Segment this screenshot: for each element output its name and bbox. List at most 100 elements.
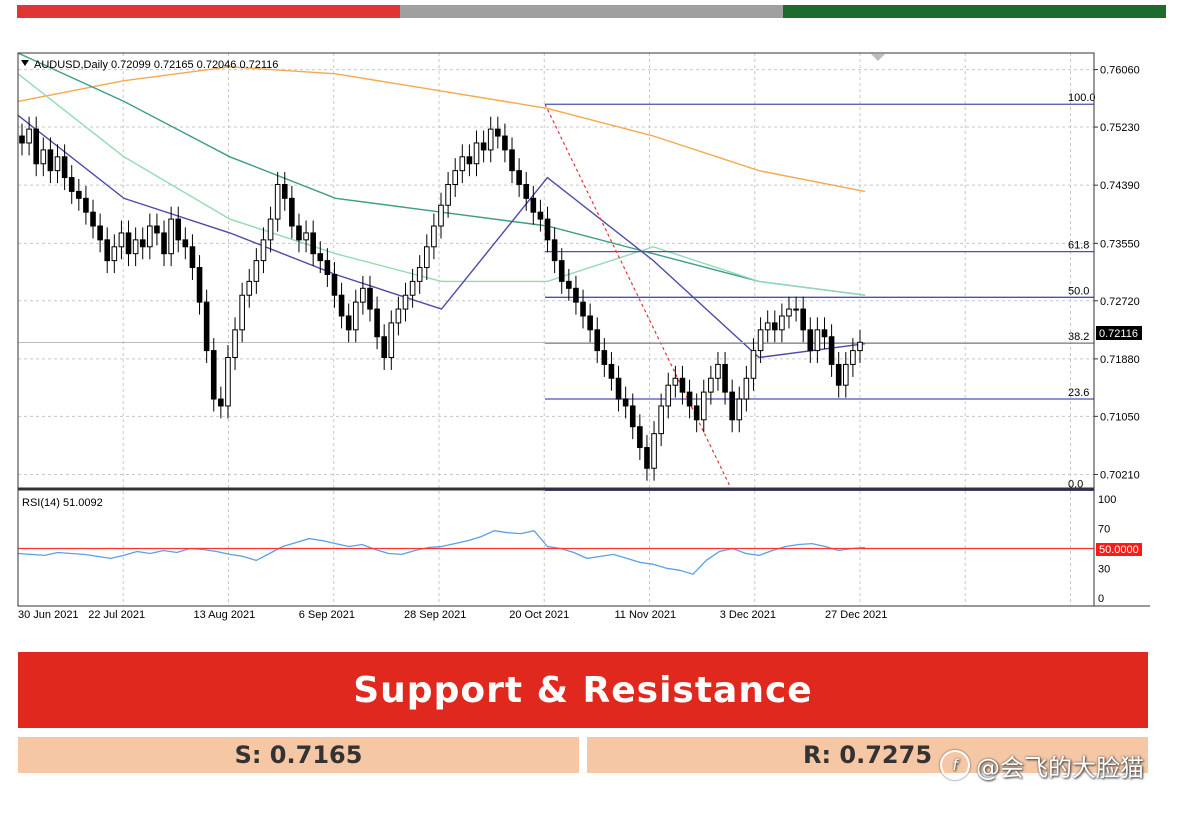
candlestick — [175, 206, 182, 253]
candlestick — [303, 220, 309, 253]
candle-body-down — [381, 336, 387, 359]
candlestick — [196, 255, 203, 315]
candlestick — [544, 206, 551, 253]
date-tick-label: 27 Dec 2021 — [825, 609, 887, 621]
candlestick — [530, 185, 537, 225]
candlestick — [779, 303, 785, 343]
candle-body-down — [722, 363, 728, 393]
candle-body-up — [388, 322, 395, 359]
candle-body-up — [253, 260, 260, 282]
candle-body-up — [246, 280, 253, 296]
candle-body-up — [658, 405, 664, 435]
candle-body-down — [466, 156, 473, 165]
candlestick — [615, 365, 622, 412]
candle-body-down — [104, 239, 111, 262]
candle-body-down — [800, 308, 806, 331]
candle-body-down — [345, 315, 352, 331]
fib-label-50.0: 50.0 — [1068, 285, 1089, 297]
date-tick-label: 3 Dec 2021 — [720, 609, 776, 621]
candlestick — [218, 386, 224, 419]
candle-body-down — [530, 197, 537, 213]
candlestick — [289, 185, 295, 239]
candle-body-up — [757, 329, 764, 352]
candle-body-up — [700, 391, 707, 421]
date-tick-label: 11 Nov 2021 — [615, 609, 677, 621]
candle-body-up — [665, 384, 672, 407]
chart-svg[interactable]: 100.061.850.038.223.60.0 0.760600.752300… — [0, 40, 1186, 640]
candle-body-up — [793, 308, 799, 311]
candlestick — [168, 206, 174, 267]
candlestick — [594, 317, 601, 364]
candle-body-down — [76, 190, 82, 199]
watermark: f @会飞的大脸猫 — [940, 748, 1144, 782]
candle-body-up — [423, 246, 430, 269]
candle-body-up — [274, 183, 281, 220]
candle-body-up — [118, 232, 125, 248]
candle-body-up — [672, 377, 679, 386]
date-axis: 30 Jun 2021 22 Jul 2021 13 Aug 2021 6 Sep 2… — [18, 609, 887, 621]
candle-body-down — [218, 398, 224, 407]
candlestick — [729, 379, 735, 433]
collapse-triangle-icon[interactable] — [21, 60, 29, 66]
price-chart-panel[interactable]: 100.0 61.8 50.0 38.2 23.6 0.0 0.76060 0.75230 0… — [0, 40, 1186, 640]
candle-body-down — [33, 128, 40, 165]
candle-body-up — [438, 204, 444, 227]
current-price-label: 0.72116 — [1099, 328, 1138, 340]
candle-body-down — [828, 336, 835, 365]
candlestick — [416, 255, 423, 294]
candlestick — [90, 199, 96, 239]
candlestick — [324, 248, 331, 287]
candle-body-up — [459, 156, 466, 172]
chart-header: AUDUSD,Daily 0.72099 0.72165 0.72046 0.7… — [34, 59, 278, 71]
watermark-text: @会飞的大脸猫 — [976, 753, 1144, 782]
candle-body-up — [452, 170, 459, 185]
candle-body-up — [267, 218, 274, 241]
candlestick — [225, 345, 231, 419]
candle-body-up — [750, 350, 757, 379]
candlestick — [814, 317, 821, 364]
candle-body-down — [83, 197, 89, 213]
candlestick — [480, 130, 487, 163]
candlestick — [644, 435, 650, 481]
candle-body-down — [502, 135, 508, 151]
price-tick-label: 0.71050 — [1100, 411, 1140, 423]
candle-body-down — [622, 398, 629, 407]
candlestick — [111, 234, 118, 274]
candle-body-down — [175, 218, 182, 241]
candle-body-up — [54, 156, 61, 172]
candle-body-down — [281, 183, 288, 199]
candle-body-down — [331, 273, 338, 296]
candle-body-down — [289, 197, 295, 227]
candle-body-down — [310, 232, 316, 255]
candlestick — [828, 324, 835, 377]
candle-body-up — [416, 267, 423, 282]
candle-body-down — [139, 239, 146, 248]
candle-body-down — [679, 377, 686, 393]
candle-body-up — [303, 232, 309, 241]
candle-body-up — [445, 183, 451, 206]
candle-body-up — [147, 225, 153, 248]
candle-body-down — [324, 260, 331, 275]
candle-body-down — [615, 377, 622, 400]
candlestick — [771, 310, 778, 343]
candlestick — [246, 268, 253, 308]
candlestick — [154, 213, 160, 246]
candlestick — [750, 338, 757, 391]
fib-label-23.6: 23.6 — [1068, 387, 1089, 399]
candlestick — [189, 234, 196, 280]
candlestick — [558, 248, 565, 294]
candlestick — [253, 248, 260, 294]
rsi-tick-label: 100 — [1098, 494, 1116, 506]
price-tick-label: 0.70210 — [1100, 469, 1140, 481]
candle-body-up — [736, 398, 743, 421]
moving-average-orange — [17, 66, 866, 193]
candlestick — [722, 351, 728, 405]
candle-body-down — [516, 170, 522, 185]
candlestick — [495, 116, 501, 149]
candle-body-up — [40, 149, 47, 165]
candle-body-down — [821, 329, 828, 338]
candlestick — [83, 185, 89, 225]
top-color-bar-green — [783, 5, 1166, 18]
candle-body-down — [523, 183, 530, 199]
candle-body-down — [629, 405, 636, 428]
